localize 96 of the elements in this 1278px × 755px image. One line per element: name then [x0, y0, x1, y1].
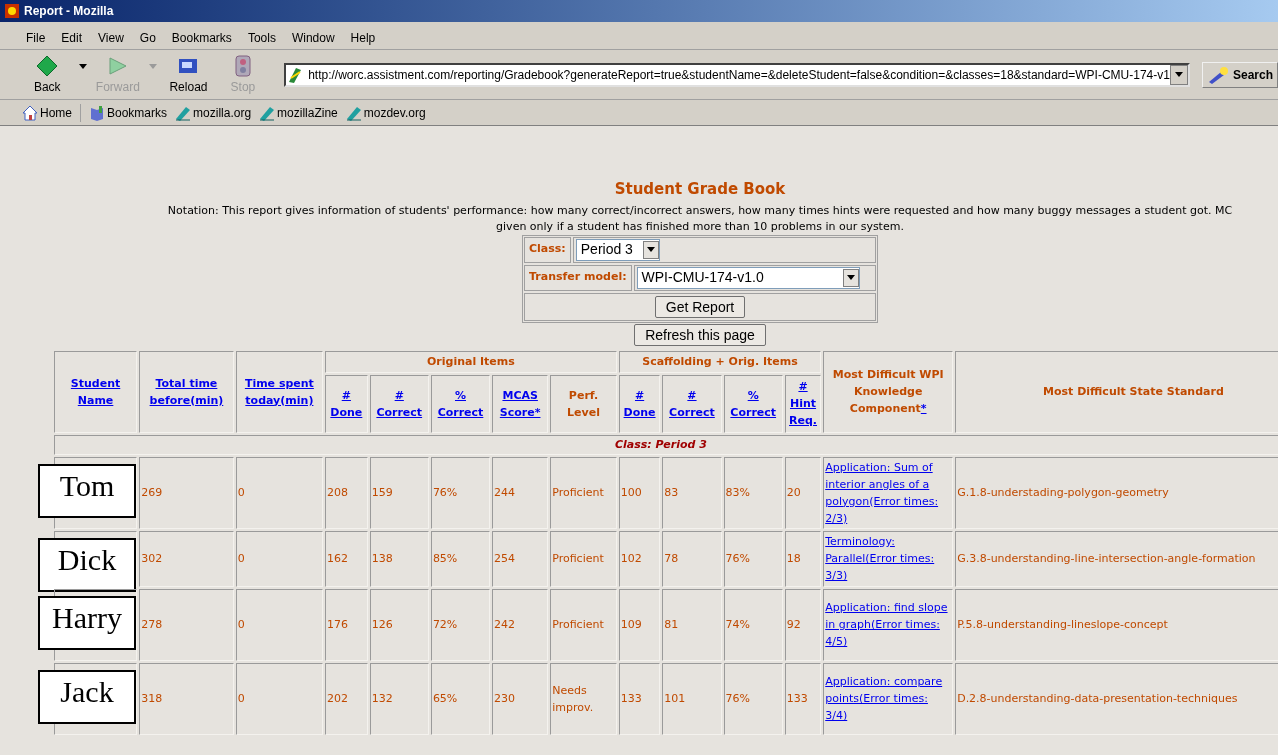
table-cell: 83% [723, 456, 783, 529]
table-cell: 126 [369, 588, 429, 661]
knowledge-component-link[interactable]: Application: Sum of interior angles of a polygon(Error times: 2/3) [825, 458, 952, 527]
menu-item[interactable]: Edit [53, 28, 91, 47]
menu-item[interactable]: Tools [239, 28, 284, 47]
table-cell: 208 [325, 456, 368, 529]
table-cell: 109 [618, 588, 661, 661]
bookmark-link[interactable]: mozilla.org [175, 103, 252, 122]
table-cell: 230 [492, 662, 549, 735]
table-cell: 0 [235, 530, 324, 587]
table-cell: 0 [235, 662, 324, 735]
student-name: Jack [38, 669, 136, 724]
table-cell: 85% [430, 530, 491, 587]
table-cell: 278 [139, 588, 234, 661]
link-icon [345, 104, 362, 121]
table-cell: 102 [618, 530, 661, 587]
table-cell: Proficient [550, 530, 617, 587]
submit-button[interactable]: Get Report [654, 295, 746, 318]
app-icon [4, 3, 20, 19]
link-icon [259, 104, 276, 121]
table-cell: 242 [492, 588, 549, 661]
table-cell: Proficient [550, 456, 617, 529]
table-cell: 138 [369, 530, 429, 587]
refresh-button[interactable]: Refresh this page [634, 323, 766, 346]
bookmarks-icon [89, 104, 105, 121]
table-cell: 132 [369, 662, 429, 735]
window-title: Report - Mozilla [24, 3, 114, 20]
column-header: Perf. Level [550, 374, 617, 433]
table-cell: 302 [139, 530, 234, 587]
notation-text: given only if a student has finished more than 10 problems in our system. [496, 218, 904, 235]
menu-item[interactable]: Window [283, 28, 343, 47]
form-label: Transfer model: [524, 264, 632, 291]
page-title: Student Grade Book [614, 179, 786, 200]
toolbar-button[interactable]: Reload [163, 51, 214, 98]
table-cell: 78 [662, 530, 722, 587]
bookmark-link[interactable]: Home [22, 103, 81, 122]
form-label: Class: [524, 236, 571, 263]
group-header: Original Items [325, 350, 617, 373]
student-name: Dick [38, 537, 136, 592]
column-header: Most Difficult State Standard [955, 350, 1278, 433]
table-cell: 18 [784, 530, 822, 587]
table-cell: Proficient [550, 588, 617, 661]
menu-item[interactable]: View [90, 28, 132, 47]
menu-item[interactable]: Bookmarks [163, 28, 240, 47]
table-cell: 133 [618, 662, 661, 735]
dropdown-icon [646, 247, 655, 252]
table-cell: 244 [492, 456, 549, 529]
table-cell: Needs improv. [550, 662, 617, 735]
select-field[interactable]: WPI-CMU-174-v1.0 [636, 266, 860, 289]
back-icon [35, 53, 60, 78]
table-cell: 65% [430, 662, 491, 735]
table-cell: 20 [784, 456, 822, 529]
bookmark-link[interactable]: mozillaZine [259, 103, 338, 122]
table-cell: 159 [369, 456, 429, 529]
menu-item[interactable]: Help [342, 28, 384, 47]
table-cell: 76% [723, 530, 783, 587]
table-cell: G.3.8-understanding-line-intersection-angle-formation [955, 530, 1278, 587]
table-cell: 133 [784, 662, 822, 735]
select-field[interactable]: Period 3 [575, 238, 660, 261]
search-button[interactable]: Search [1201, 61, 1278, 88]
group-header: Scaffolding + Orig. Items [618, 350, 822, 373]
table-cell: 0 [235, 456, 324, 529]
link-icon [175, 104, 192, 121]
toolbar-button[interactable]: Back [22, 51, 73, 98]
table-cell: 101 [662, 662, 722, 735]
table-cell: 81 [662, 588, 722, 661]
table-cell: 72% [430, 588, 491, 661]
class-heading: Class: Period 3 [615, 437, 707, 453]
dropdown-icon [846, 275, 855, 280]
notation-text: Notation: This report gives information of students' performance: how many correct/incorrect answers, how many times hints were requested and how many buggy messages a student got. MC [167, 202, 1233, 219]
table-cell: 162 [325, 530, 368, 587]
home-icon [22, 104, 38, 121]
table-cell: 269 [139, 456, 234, 529]
bookmark-link[interactable]: mozdev.org [345, 103, 426, 122]
menu-item[interactable]: File [18, 28, 54, 47]
table-cell: 318 [139, 662, 234, 735]
table-cell: 76% [723, 662, 783, 735]
dropdown-icon [1174, 72, 1183, 77]
column-header: Most Difficult WPI Knowledge Component* [823, 350, 954, 433]
table-cell: 202 [325, 662, 368, 735]
table-cell: 254 [492, 530, 549, 587]
table-cell: 83 [662, 456, 722, 529]
table-cell: D.2.8-understanding-data-presentation-techniques [955, 662, 1278, 735]
menu-item[interactable]: Go [131, 28, 164, 47]
table-cell: 176 [325, 588, 368, 661]
table-cell: 74% [723, 588, 783, 661]
table-cell: 100 [618, 456, 661, 529]
table-cell: 0 [235, 588, 324, 661]
table-cell: P.5.8-understanding-lineslope-concept [955, 588, 1278, 661]
table-cell: G.1.8-understading-polygon-geometry [955, 456, 1278, 529]
student-name: Harry [38, 595, 136, 650]
table-cell: 92 [784, 588, 822, 661]
address-field[interactable]: http://worc.assistment.com/reporting/Gradebook?generateReport=true&studentName=&deleteStudent=false&condition=&classes=18&standard=WPI-CMU-174-v1 [284, 62, 1190, 87]
bookmark-link[interactable]: Bookmarks [89, 103, 168, 122]
student-name: Tom [38, 463, 136, 518]
table-cell: 76% [430, 456, 491, 529]
